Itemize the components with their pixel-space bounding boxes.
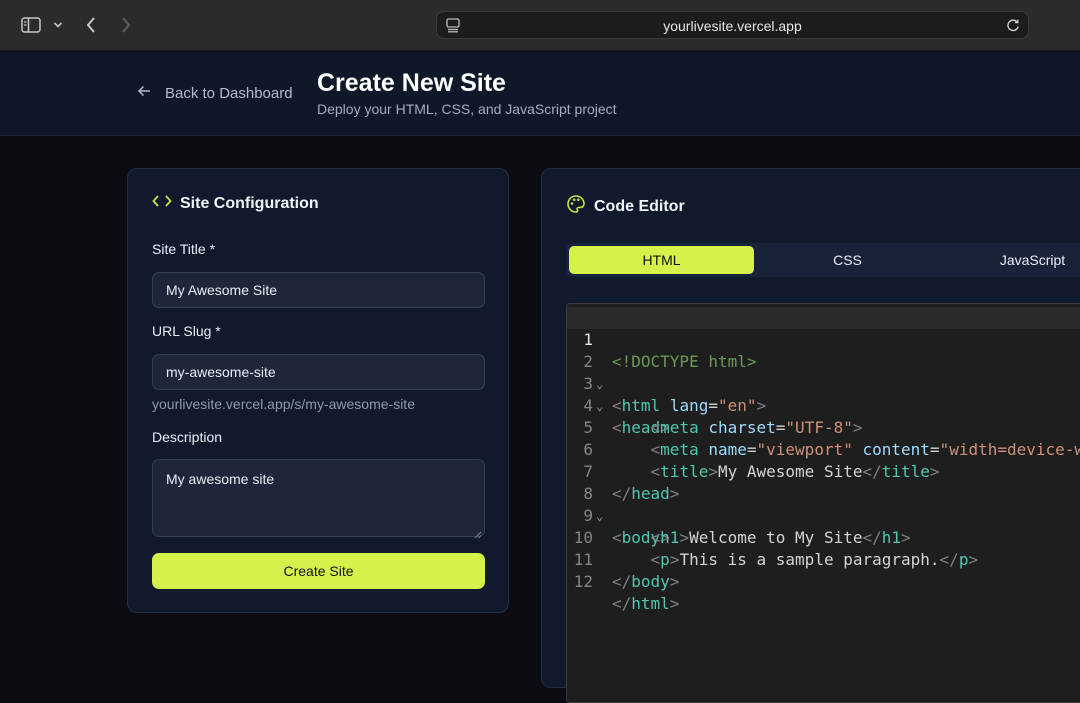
code-line: 7 </head> [567,439,1080,503]
url-text: yourlivesite.vercel.app [663,18,802,34]
tab-css[interactable]: CSS [755,246,940,274]
language-tabs: HTML CSS JavaScript [566,243,1080,277]
site-title-label: Site Title * [152,241,216,257]
code-editor-header: Code Editor [566,194,685,219]
page-subtitle: Deploy your HTML, CSS, and JavaScript pr… [317,101,617,117]
code-line: 4 <meta charset="UTF-8"> [567,373,1080,437]
code-line: 11 </body> [567,527,1080,591]
create-site-button[interactable]: Create Site [152,553,485,589]
code-line: 8 ⌄ <body> [567,461,1080,547]
code-line: 2 ⌄ <html lang="en"> [567,329,1080,415]
palette-icon [566,194,586,219]
site-title-input[interactable]: My Awesome Site [152,272,485,308]
code-line: 1 <!DOCTYPE html> [567,307,1080,371]
url-slug-input[interactable]: my-awesome-site [152,354,485,390]
back-to-dashboard-link[interactable]: Back to Dashboard [137,84,293,102]
tab-html[interactable]: HTML [569,246,754,274]
description-label: Description [152,429,223,445]
code-line: 10 <p>This is a sample paragraph.</p> [567,505,1080,569]
line-number: 12 [573,572,593,591]
code-line: 9 <h1>Welcome to My Site</h1> [567,483,1080,547]
sidebar-icon[interactable] [18,12,44,38]
back-nav-icon[interactable] [80,12,102,38]
resize-grip-icon[interactable] [474,526,482,539]
reload-icon[interactable] [1005,17,1021,33]
site-configuration-card: Site Configuration Site Title * My Aweso… [127,168,509,613]
code-brackets-icon [152,194,172,213]
description-value: My awesome site [166,471,275,487]
url-slug-hint: yourlivesite.vercel.app/s/my-awesome-sit… [152,396,415,412]
code-line: 12 </html> [567,549,1080,613]
app-header: Back to Dashboard Create New Site Deploy… [0,52,1080,136]
browser-toolbar: yourlivesite.vercel.app [0,0,1080,51]
code-editor-textarea[interactable]: 1 <!DOCTYPE html> 2 ⌄ <html lang="en"> 3… [566,303,1080,703]
page-title: Create New Site [317,69,506,97]
site-configuration-header: Site Configuration [152,194,319,213]
code-line: 3 ⌄ <head> [567,351,1080,437]
description-textarea[interactable]: My awesome site [152,459,485,539]
code-line-text: </html> [612,594,680,613]
code-line: 5 <meta name="viewport" content="width=d… [567,395,1080,459]
url-slug-label: URL Slug * [152,323,221,339]
code-line: 6 <title>My Awesome Site</title> [567,417,1080,481]
address-bar[interactable]: yourlivesite.vercel.app [436,11,1029,39]
arrow-left-icon [137,84,151,102]
back-link-label: Back to Dashboard [165,84,293,102]
code-editor-title: Code Editor [594,197,685,215]
tab-javascript[interactable]: JavaScript [940,246,1080,274]
forward-nav-icon[interactable] [115,12,137,38]
site-configuration-title: Site Configuration [180,194,319,212]
code-editor-card: Code Editor HTML CSS JavaScript 1 <!DOCT… [541,168,1080,703]
chevron-down-icon[interactable] [50,12,66,38]
